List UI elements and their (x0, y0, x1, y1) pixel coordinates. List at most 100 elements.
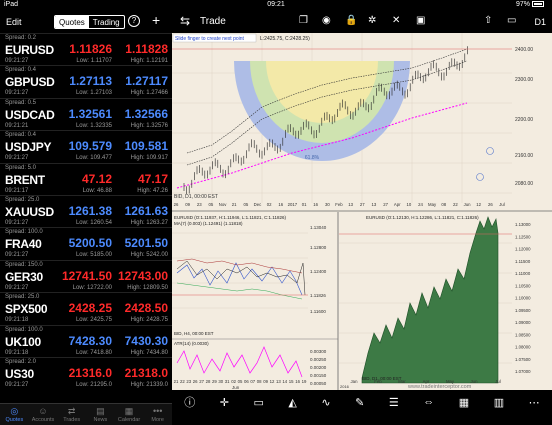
ask-price[interactable]: 1.11828 (125, 42, 168, 56)
tab-more[interactable]: ••• More (143, 404, 172, 425)
close-icon[interactable]: ✕ (392, 15, 400, 26)
quote-time: 09:21:27 (5, 284, 29, 291)
tab-trading[interactable]: Trading (89, 16, 124, 28)
bid-price[interactable]: 109.579 (69, 139, 112, 153)
copy-icon[interactable]: ❐ (299, 15, 308, 26)
x-tick: 21 (174, 379, 179, 384)
tab-accounts[interactable]: ☺ Accounts (29, 404, 58, 425)
levels-icon[interactable]: ☰ (389, 396, 399, 409)
quote-row-brent[interactable]: Spread: 5.0 BRENT 09:21:17 47.12 47.17 Low: 4… (0, 162, 172, 195)
quote-row-xauusd[interactable]: Spread: 25.0 XAUUSD 09:21:27 1261.38 1261.63… (0, 194, 172, 227)
tab-calendar[interactable]: ▦ Calendar (115, 404, 144, 425)
fib-label: 61.8% (305, 155, 320, 161)
quote-row-eurusd[interactable]: Spread: 0.2 EURUSD 09:21:27 1.11826 1.11828 L… (0, 33, 172, 65)
quote-row-ger30[interactable]: Spread: 150.0 GER30 09:21:27 12741.50 12743.… (0, 259, 172, 292)
x-tick: 16 (295, 379, 300, 384)
quote-row-uk100[interactable]: Spread: 100.0 UK100 09:21:18 7428.30 7430.30… (0, 324, 172, 357)
ask-price[interactable]: 5201.50 (125, 236, 168, 250)
x-tick: 14 (282, 379, 287, 384)
y-tick: 1.08000 (515, 345, 531, 350)
bars-icon[interactable]: ▥ (494, 396, 504, 409)
crosshair-icon[interactable]: ✛ (220, 396, 229, 409)
more-tools-icon[interactable]: ⋯ (529, 396, 540, 409)
x-tick: 27 (383, 202, 388, 207)
x-tick: 23 (186, 379, 191, 384)
tab-label: News (93, 417, 108, 423)
x-tick: 19 (302, 379, 307, 384)
left-chart-ma: MA(7) (0.003) (1.12491) (1.11818) (174, 221, 243, 226)
ask-price[interactable]: 2428.50 (125, 301, 168, 315)
tab-news[interactable]: ▤ News (86, 404, 115, 425)
quote-row-spx500[interactable]: Spread: 25.0 SPX500 09:21:18 2428.25 2428.50… (0, 292, 172, 324)
sub-chart-left[interactable]: EURUSD (O:1.11937, H:1.11946, L:1.11821,… (172, 212, 339, 390)
bid-price[interactable]: 7428.30 (69, 334, 112, 348)
ask-price[interactable]: 1261.63 (125, 204, 168, 218)
quote-time: 09:21:27 (5, 58, 29, 64)
y-tick: 1.09500 (515, 308, 531, 313)
add-symbol-icon[interactable]: + (152, 12, 160, 28)
tab-trades[interactable]: ⇄ Trades (57, 404, 86, 425)
bid-price[interactable]: 1.11826 (69, 42, 112, 56)
charts-area[interactable]: 61.8% Slide finger to create next point … (172, 33, 552, 390)
high-price: High: 109.917 (130, 155, 168, 162)
x-tick: 13 (348, 202, 353, 207)
edit-button[interactable]: Edit (6, 17, 22, 27)
ask-price[interactable]: 109.581 (125, 139, 168, 153)
chart-type-icon[interactable]: ◭ (288, 396, 296, 409)
ask-price[interactable]: 1.27117 (125, 74, 168, 88)
bid-price[interactable]: 2428.25 (69, 301, 112, 315)
y-tick: 1.11500 (515, 259, 531, 264)
lock-icon[interactable]: 🔒 (345, 15, 357, 26)
tab-quotes[interactable]: ◎ Quotes (0, 404, 29, 425)
account-info-icon[interactable]: ⓘ (184, 394, 195, 410)
ask-price[interactable]: 1.32566 (125, 107, 168, 121)
y-tick: 1.08500 (515, 332, 531, 337)
bid-price[interactable]: 1.27113 (69, 74, 112, 88)
eye-icon[interactable]: ◉ (322, 15, 331, 26)
battery-percent: 97% (515, 1, 530, 8)
timeframe-button[interactable]: D1 (534, 17, 546, 27)
left-chart-footer: BID, H4, 00:00 EST (174, 331, 214, 336)
symbol-name: USDCAD (5, 107, 55, 122)
quote-row-fra40[interactable]: Spread: 100.0 FRA40 09:21:27 5200.50 5201.50… (0, 227, 172, 259)
settings-icon[interactable]: ✲ (368, 15, 376, 26)
delete-icon[interactable]: ▣ (416, 15, 425, 26)
tab-quotes[interactable]: Quotes (55, 16, 89, 28)
bid-price[interactable]: 1261.38 (69, 204, 112, 218)
ask-price[interactable]: 47.17 (138, 172, 168, 186)
draw-icon[interactable]: ✎ (355, 396, 364, 409)
quote-row-us30[interactable]: Spread: 2.0 US30 09:21:27 21316.0 21318.0 Low… (0, 356, 172, 389)
spread-label: Spread: 0.5 (5, 99, 37, 106)
x-tick: 01 (302, 202, 307, 207)
quote-row-gbpusd[interactable]: Spread: 0.4 GBPUSD 09:21:27 1.27113 1.27117 L… (0, 65, 172, 97)
bid-price[interactable]: 21316.0 (69, 366, 112, 380)
share-icon[interactable]: ⇧ (484, 15, 492, 26)
grid-icon[interactable]: ▦ (459, 396, 469, 409)
quotes-icon: ◎ (10, 406, 19, 416)
bid-price[interactable]: 5200.50 (69, 236, 112, 250)
right-chart-info: EURUSD (O:1.12130, H:1.12286, L:1.11821,… (366, 215, 479, 220)
bid-price[interactable]: 47.12 (82, 172, 112, 186)
chart-panel: ⇆ Trade ❐ ◉ 🔒 ✲ ✕ ▣ ⇧ ▭ D1 61.8% Slide f… (172, 11, 552, 414)
sub-chart-right[interactable]: EURUSD (O:1.12130, H:1.12286, L:1.11821,… (339, 212, 552, 390)
quote-row-usdjpy[interactable]: Spread: 0.4 USDJPY 09:21:27 109.579 109.581 L… (0, 130, 172, 162)
compare-icon[interactable]: ▭ (254, 396, 264, 409)
collapse-panel-icon[interactable]: ⇆ (180, 14, 190, 28)
trade-button[interactable]: Trade (200, 16, 226, 27)
bid-price[interactable]: 1.32561 (69, 107, 112, 121)
zoom-icon[interactable]: ⇔ (423, 396, 434, 408)
indicator-icon[interactable]: ∿ (321, 396, 330, 409)
layout-icon[interactable]: ▭ (507, 15, 516, 26)
quote-row-usdcad[interactable]: Spread: 0.5 USDCAD 09:21:21 1.32561 1.32566 L… (0, 97, 172, 130)
ask-price[interactable]: 7430.30 (125, 334, 168, 348)
ask-price[interactable]: 12743.00 (118, 269, 168, 283)
x-tick: 07 (250, 379, 255, 384)
low-price: Low: 5185.00 (75, 252, 112, 259)
battery-icon (532, 1, 544, 8)
accounts-icon: ☺ (38, 406, 48, 416)
help-icon[interactable]: ? (128, 15, 140, 27)
x-tick: 24 (418, 202, 423, 207)
ask-price[interactable]: 21318.0 (125, 366, 168, 380)
bid-price[interactable]: 12741.50 (62, 269, 112, 283)
x-tick: Feb (374, 379, 382, 384)
